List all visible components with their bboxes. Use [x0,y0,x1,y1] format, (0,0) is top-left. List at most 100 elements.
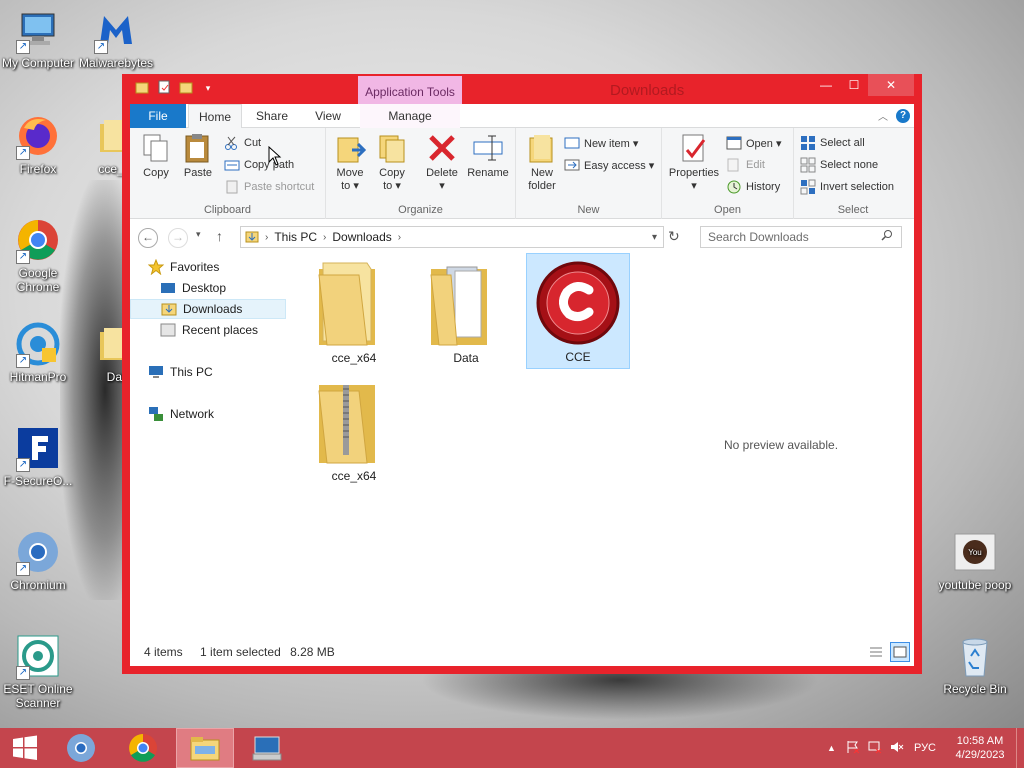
file-name: cce_x64 [331,469,377,483]
desktop-icon-youtube-poop[interactable]: You youtube poop [935,528,1015,592]
explorer-window: ▾ Application Tools Downloads — ☐ ✕ File… [122,74,922,674]
refresh-icon[interactable]: ↻ [668,228,680,245]
desktop-icon-recycle-bin[interactable]: Recycle Bin [935,632,1015,696]
collapse-ribbon-icon[interactable]: ︿ [878,108,888,123]
taskbar-file-explorer[interactable] [176,728,234,768]
breadcrumb-this-pc[interactable]: This PC [274,230,317,244]
desktop-icon-my-computer[interactable]: ↗ My Computer [0,6,78,70]
forward-button[interactable]: → [168,228,188,248]
file-item-cce-application[interactable]: CCE [526,253,630,369]
taskbar-chromium[interactable] [52,728,110,768]
new-item-button[interactable]: New item ▾ [564,134,638,152]
cut-button[interactable]: Cut [224,134,261,152]
copy-button[interactable]: Copy [136,132,176,180]
copy-to-icon [376,132,408,164]
edit-button[interactable]: Edit [726,156,765,174]
tab-view[interactable]: View [302,104,354,128]
help-icon[interactable]: ? [896,108,910,123]
desktop-icon-eset[interactable]: ↗ ESET Online Scanner [0,632,78,710]
taskbar-remote-desktop[interactable] [238,728,296,768]
properties-icon [678,132,710,164]
close-button[interactable]: ✕ [868,74,914,96]
delete-button[interactable]: Delete ▾ [422,132,462,193]
new-item-icon [564,135,580,151]
nav-this-pc[interactable]: This PC [148,362,213,382]
history-icon [726,179,742,195]
desktop-icon-malwarebytes[interactable]: ↗ Malwarebytes [76,6,156,70]
properties-button[interactable]: Properties ▾ [666,132,722,193]
copy-label: Copy [143,167,169,179]
desktop-icon-chromium[interactable]: ↗ Chromium [0,528,78,592]
search-placeholder: Search Downloads [708,230,809,244]
desktop-icon-chrome[interactable]: ↗ Google Chrome [0,216,78,294]
select-all-button[interactable]: Select all [800,134,865,152]
rename-button[interactable]: Rename [466,132,510,180]
desktop-icon-firefox[interactable]: ↗ Firefox [0,112,78,176]
recent-locations-chevron-icon[interactable]: ▾ [196,229,201,240]
show-hidden-icons-icon[interactable]: ▲ [827,743,836,753]
downloads-folder-icon [245,229,259,246]
volume-muted-icon[interactable] [890,740,904,757]
paste-button[interactable]: Paste [178,132,218,180]
invert-selection-label: Invert selection [820,181,894,193]
open-label: Open ▾ [746,137,782,150]
title-bar[interactable]: ▾ Application Tools Downloads — ☐ ✕ [130,74,914,104]
show-desktop-button[interactable] [1016,728,1024,768]
minimize-button[interactable]: — [812,74,840,96]
nav-downloads[interactable]: Downloads [130,299,286,319]
nav-network[interactable]: Network [148,404,214,424]
cut-label: Cut [244,137,262,149]
copy-path-button[interactable]: Copy path [224,156,294,174]
chrome-icon [129,734,157,762]
copy-path-icon [224,157,240,173]
desktop-icon-hitmanpro[interactable]: ↗ HitmanPro [0,320,78,384]
history-button[interactable]: History [726,178,780,196]
copy-to-button[interactable]: Copy to ▾ [372,132,412,193]
up-arrow-icon[interactable]: ↑ [216,228,223,244]
maximize-button[interactable]: ☐ [840,74,868,96]
new-folder-label-2: folder [528,180,556,192]
tab-manage[interactable]: Manage [360,104,460,128]
nav-recent-places[interactable]: Recent places [160,320,258,340]
details-view-button[interactable] [866,642,886,662]
new-folder-button[interactable]: New folder [522,132,562,193]
new-folder-icon [526,132,558,164]
nav-favorites[interactable]: Favorites [147,257,219,277]
easy-access-button[interactable]: Easy access ▾ [564,156,654,174]
network-status-icon[interactable] [868,740,882,757]
file-item-data-folder[interactable]: Data [414,255,518,371]
start-button[interactable] [0,728,50,768]
breadcrumb-downloads[interactable]: Downloads [332,230,391,244]
zip-folder-icon [309,377,399,467]
easy-access-icon [564,157,580,173]
taskbar-chrome[interactable] [114,728,172,768]
desktop-icon-fsecure[interactable]: ↗ F-SecureO... [0,424,78,488]
context-tab-application-tools[interactable]: Application Tools [358,76,462,104]
nav-desktop[interactable]: Desktop [160,278,226,298]
input-language[interactable]: РУС [914,742,936,754]
paste-shortcut-button[interactable]: Paste shortcut [224,178,314,196]
clock[interactable]: 10:58 AM 4/29/2023 [944,734,1016,762]
desktop-icon-label: ESET Online Scanner [3,682,73,710]
properties-icon[interactable] [156,80,172,96]
invert-selection-button[interactable]: Invert selection [800,178,894,196]
chromium-icon: ↗ [14,528,62,576]
large-icons-view-button[interactable] [890,642,910,662]
open-button[interactable]: Open ▾ [726,134,782,152]
file-item-cce-x64-zip[interactable]: cce_x64 [302,373,406,489]
address-dropdown-icon[interactable]: ▾ [652,232,657,243]
tab-file[interactable]: File [130,104,186,128]
select-none-button[interactable]: Select none [800,156,878,174]
address-box[interactable]: › This PC › Downloads › ▾ [240,226,664,248]
search-input[interactable]: Search Downloads [700,226,902,248]
tab-home[interactable]: Home [188,104,242,129]
mouse-cursor-icon [268,145,282,169]
back-button[interactable]: ← [138,228,158,248]
tab-share[interactable]: Share [248,104,296,128]
file-item-cce-x64-folder[interactable]: cce_x64 [302,255,406,371]
move-to-button[interactable]: Move to ▾ [330,132,370,193]
chevron-down-icon[interactable]: ▾ [200,80,216,96]
action-center-flag-icon[interactable] [846,740,860,757]
new-folder-icon[interactable] [178,80,194,96]
window-controls: — ☐ ✕ [812,74,914,96]
